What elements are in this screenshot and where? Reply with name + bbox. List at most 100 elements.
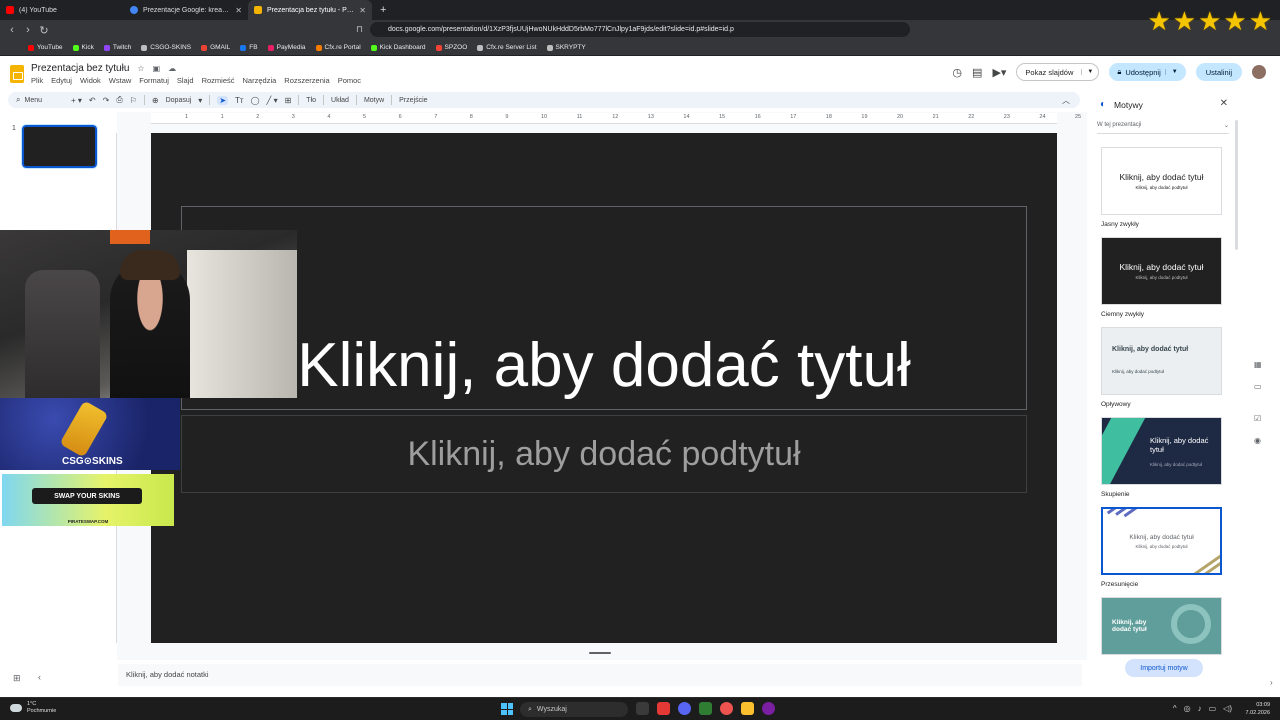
zoom-icon[interactable]: ⊕ (152, 96, 159, 105)
bookmark-item[interactable]: SKRYPTY (546, 44, 586, 51)
title-placeholder[interactable]: Kliknij, aby dodać tytuł (181, 206, 1027, 410)
document-title[interactable]: Prezentacja bez tytułu (31, 63, 129, 74)
undo-icon[interactable]: ↶ (89, 96, 96, 105)
bookmark-item[interactable]: Cfx.re Server List (477, 44, 537, 51)
chevron-right-icon[interactable]: › (1270, 678, 1273, 687)
settings-button[interactable]: Ustalinij (1195, 63, 1242, 81)
bookmark-item[interactable]: PayMedia (267, 44, 306, 51)
notes-resize-handle[interactable] (589, 652, 611, 654)
bookmark-item[interactable]: Twitch (103, 44, 131, 51)
menu-item[interactable]: Slajd (177, 76, 194, 85)
forward-icon[interactable]: › (20, 24, 36, 36)
bookmark-item[interactable]: FB (240, 44, 258, 51)
address-bar[interactable]: docs.google.com/presentation/d/1XzP3fjsU… (370, 22, 910, 37)
location-icon[interactable]: ◎ (1184, 704, 1191, 713)
layout-button[interactable]: Układ (331, 97, 349, 104)
menu-item[interactable]: Rozmieść (202, 76, 235, 85)
discord-icon[interactable] (678, 702, 691, 715)
theme-card-focus[interactable]: Kliknij, aby dodać tytuł Kliknij, aby do… (1101, 417, 1222, 485)
windows-start-icon[interactable] (501, 703, 513, 715)
menu-item[interactable]: Edytuj (51, 76, 72, 85)
bookmark-item[interactable]: Kick Dashboard (370, 44, 426, 51)
slideshow-button[interactable]: Pokaz slajdów ▼ (1016, 63, 1100, 81)
shape-icon[interactable]: ◯ (251, 96, 260, 105)
avatar[interactable] (1252, 65, 1266, 79)
background-button[interactable]: Tło (306, 97, 316, 104)
print-icon[interactable]: ⎙ (116, 95, 122, 105)
tasks-icon[interactable]: ☑ (1254, 414, 1261, 423)
theme-card-streamlined[interactable]: Kliknij, aby dodać tytuł Kliknij, aby do… (1101, 327, 1222, 395)
subtitle-placeholder[interactable]: Kliknij, aby dodać podtytuł (181, 415, 1027, 493)
weather-widget[interactable]: 1°C Pochmurnie (10, 701, 56, 715)
theme-card-shift[interactable]: Kliknij, aby dodać tytuł Kliknij, aby do… (1101, 507, 1222, 575)
move-folder-icon[interactable]: ▣ (153, 64, 161, 73)
menu-item[interactable]: Formatuj (139, 76, 169, 85)
browser-tab-google-slides-creator[interactable]: Prezentacje Google: kreator pokazów ✕ (124, 0, 248, 20)
contacts-icon[interactable]: ◉ (1254, 436, 1261, 445)
chevron-down-icon[interactable]: ▼ (1164, 69, 1178, 75)
line-icon[interactable]: ╱ ▾ (267, 96, 278, 105)
select-cursor-icon[interactable]: ➤ (217, 95, 229, 105)
menu-item[interactable]: Rozszerzenia (284, 76, 329, 85)
reload-icon[interactable]: ↻ (36, 24, 52, 37)
close-icon[interactable]: ✕ (1220, 98, 1228, 109)
excel-icon[interactable] (699, 702, 712, 715)
speaker-notes[interactable]: Kliknij, aby dodać notatki (118, 664, 1082, 686)
star-outline-icon[interactable]: ☆ (137, 64, 144, 73)
share-button[interactable]: 🔒︎ Udostępnij ▼ (1109, 63, 1186, 81)
back-icon[interactable]: ‹ (4, 24, 20, 36)
theme-card-coral[interactable]: Kliknij, aby dodać tytuł (1101, 597, 1222, 655)
menu-item[interactable]: Widok (80, 76, 101, 85)
chevron-up-icon[interactable]: ︿ (1062, 95, 1070, 106)
browser-tab-presentation[interactable]: Prezentacja bez tytułu - Prezentacje ✕ (248, 0, 372, 20)
history-icon[interactable]: ◷ (952, 66, 962, 79)
mic-icon[interactable]: ♪ (1198, 704, 1202, 713)
task-view-icon[interactable] (636, 702, 649, 715)
bookmark-item[interactable]: Cfx.re Portal (315, 44, 361, 51)
theme-button[interactable]: Motyw (364, 97, 384, 104)
redo-icon[interactable]: ↷ (103, 96, 110, 105)
menu-item[interactable]: Pomoc (338, 76, 361, 85)
new-tab-button[interactable]: + (372, 4, 394, 16)
brave-icon[interactable] (657, 702, 670, 715)
meet-icon[interactable]: ▶▾ (992, 66, 1006, 79)
bookmark-item[interactable]: SPZOO (435, 44, 467, 51)
text-box-icon[interactable]: Tт (235, 96, 244, 105)
chevron-up-icon[interactable]: ^ (1173, 704, 1177, 713)
slides-logo[interactable] (10, 65, 24, 83)
close-tab-icon[interactable]: ✕ (359, 6, 366, 15)
theme-card-dark[interactable]: Kliknij, aby dodać tytuł Kliknij, aby do… (1101, 237, 1222, 305)
keep-icon[interactable]: ▭ (1254, 382, 1262, 391)
menu-item[interactable]: Narzędzia (243, 76, 277, 85)
menu-search[interactable]: ⌕ Menu (16, 95, 64, 105)
bookmark-item[interactable]: YouTube (28, 44, 63, 51)
cloud-status-icon[interactable]: ☁ (168, 64, 176, 73)
themes-scrollbar[interactable] (1235, 120, 1238, 250)
zoom-select[interactable]: Dopasuj (166, 97, 192, 104)
transition-button[interactable]: Przejście (399, 97, 427, 104)
file-explorer-icon[interactable] (741, 702, 754, 715)
grid-view-icon[interactable]: ⊞ (13, 673, 21, 684)
bookmark-item[interactable]: Kick (72, 44, 94, 51)
app-icon[interactable] (762, 702, 775, 715)
close-tab-icon[interactable]: ✕ (235, 6, 242, 15)
network-icon[interactable]: ▭ (1209, 704, 1217, 713)
horizontal-ruler[interactable]: 1 1 2 3 4 5 6 7 8 9 10 11 12 13 14 15 16 17 18 19 20 21 22 23 24… (151, 113, 1081, 124)
volume-icon[interactable]: ◁) (1223, 704, 1232, 713)
browser-tab-youtube[interactable]: (4) YouTube (0, 0, 124, 20)
menu-item[interactable]: Wstaw (109, 76, 132, 85)
chrome-icon[interactable] (720, 702, 733, 715)
menu-item[interactable]: Plik (31, 76, 43, 85)
bookmark-icon[interactable]: ⊓ (356, 24, 363, 35)
themes-source-select[interactable]: W tej prezentacji ⌄ (1097, 122, 1229, 134)
calendar-icon[interactable]: ▦ (1254, 360, 1262, 369)
taskbar-search[interactable]: ⌕ Wyszukaj (520, 702, 628, 717)
comment-add-icon[interactable]: ⊞ (285, 96, 292, 105)
import-theme-button[interactable]: Importuj motyw (1125, 659, 1203, 677)
paint-format-icon[interactable]: ⚐ (130, 96, 137, 105)
slide-thumbnail[interactable] (21, 124, 98, 169)
bookmark-item[interactable]: CSGO-SKINS (141, 44, 191, 51)
new-slide-icon[interactable]: + ▾ (71, 96, 82, 105)
comments-icon[interactable]: ▤ (972, 66, 982, 79)
chevron-down-icon[interactable]: ▼ (1081, 69, 1098, 75)
